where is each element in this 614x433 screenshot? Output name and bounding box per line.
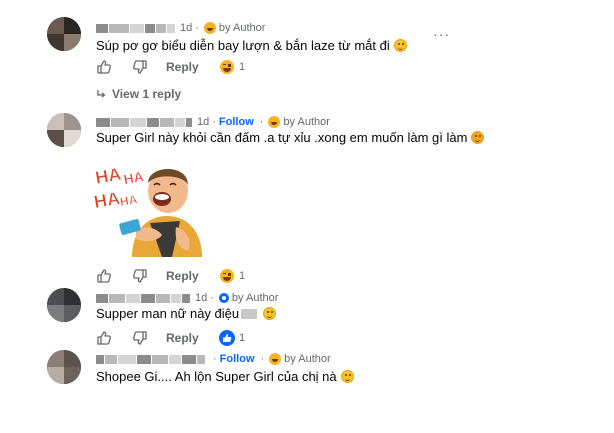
avatar[interactable]: [47, 113, 81, 147]
separator-dot: ·: [260, 353, 265, 365]
author-name-blurred[interactable]: [96, 354, 205, 364]
haha-reaction-icon: [219, 268, 235, 284]
laughing-tears-emoji-icon: [471, 131, 485, 144]
view-replies-button[interactable]: View 1 reply: [96, 87, 181, 101]
blurred-word: [241, 308, 258, 319]
author-badge-label: by Author: [284, 353, 331, 365]
author-name-blurred[interactable]: [96, 23, 175, 33]
sticker-text-1: HA: [94, 164, 123, 188]
separator-dot: ·: [210, 292, 214, 304]
comment-text: Super Girl này khỏi cần đấm .a tự xỉu .x…: [96, 130, 485, 145]
view-replies-label: View 1 reply: [112, 87, 182, 101]
author-badge-label: by Author: [283, 116, 330, 128]
reply-button[interactable]: Reply: [166, 60, 199, 74]
haha-icon: [269, 353, 282, 365]
comment-text: Supper man nữ này điệu: [96, 306, 277, 321]
author-name-blurred[interactable]: [96, 117, 192, 127]
like-icon[interactable]: [96, 330, 112, 346]
reply-button[interactable]: Reply: [166, 269, 199, 283]
more-icon[interactable]: ···: [433, 26, 450, 42]
comment-actions: Reply: [96, 268, 199, 284]
author-name-blurred[interactable]: [96, 293, 190, 303]
comment-meta: 1d · Follow · by Author: [96, 116, 330, 128]
separator-dot: ·: [259, 116, 264, 128]
comment-text: Shopee Gi.... Ah lộn Super Girl của chị …: [96, 369, 354, 384]
like-reaction-icon: [219, 330, 235, 346]
comment-meta: 1d · by Author: [96, 292, 278, 304]
author-badge: by Author: [268, 116, 330, 128]
haha-icon: [268, 116, 281, 128]
separator-dot: ·: [212, 116, 216, 128]
smile-emoji-icon: [263, 307, 277, 320]
separator-dot: ·: [213, 353, 217, 365]
comment-actions: Reply: [96, 330, 199, 346]
comment-body: Super Girl này khỏi cần đấm .a tự xỉu .x…: [96, 130, 468, 145]
separator-dot: ·: [195, 22, 199, 34]
smile-emoji-icon: [393, 39, 407, 52]
follow-button[interactable]: Follow: [220, 353, 255, 365]
sticker-text-3: HA: [92, 188, 121, 212]
haha-reaction-icon: [219, 59, 235, 75]
reply-button[interactable]: Reply: [166, 331, 199, 345]
reaction-count: 1: [239, 332, 246, 344]
comment-time[interactable]: 1d: [197, 116, 209, 128]
haha-icon: [203, 22, 216, 34]
reaction-count: 1: [239, 270, 246, 282]
like-icon[interactable]: [96, 268, 112, 284]
comment-actions: Reply: [96, 59, 199, 75]
dislike-icon[interactable]: [132, 59, 148, 75]
comment-time[interactable]: 1d: [195, 292, 207, 304]
verified-badge-icon: [218, 293, 229, 303]
comment-meta: 1d · by Author: [96, 22, 265, 34]
comment-body: Shopee Gi.... Ah lộn Super Girl của chị …: [96, 369, 337, 384]
reaction-count: 1: [239, 61, 246, 73]
sticker-text-4: HA: [119, 192, 139, 209]
comment-time[interactable]: 1d: [180, 22, 192, 34]
avatar[interactable]: [47, 350, 81, 384]
comment-body: Supper man nữ này điệu: [96, 306, 240, 321]
author-badge-label: by Author: [218, 22, 266, 34]
laughing-man-sticker[interactable]: HA HA HA HA: [92, 161, 204, 257]
dislike-icon[interactable]: [132, 330, 148, 346]
comment-meta: · Follow · by Author: [96, 353, 331, 365]
dislike-icon[interactable]: [132, 268, 148, 284]
sticker-text-2: HA: [122, 168, 145, 187]
author-badge: by Author: [218, 292, 279, 304]
reaction-summary[interactable]: 1: [219, 268, 245, 284]
reaction-summary[interactable]: 1: [219, 59, 245, 75]
follow-button[interactable]: Follow: [219, 116, 254, 128]
like-icon[interactable]: [96, 59, 112, 75]
author-badge-label: by Author: [231, 292, 279, 304]
comment-text: Súp pơ gơ biểu diễn bay lượn & bắn laze …: [96, 38, 407, 53]
reaction-summary[interactable]: 1: [219, 330, 245, 346]
avatar[interactable]: [47, 17, 81, 51]
avatar[interactable]: [47, 288, 81, 322]
author-badge: by Author: [269, 353, 331, 365]
smile-emoji-icon: [340, 370, 354, 383]
comment-body: Súp pơ gơ biểu diễn bay lượn & bắn laze …: [96, 38, 390, 53]
author-badge: by Author: [203, 22, 266, 34]
reply-arrow-icon: [97, 90, 106, 98]
